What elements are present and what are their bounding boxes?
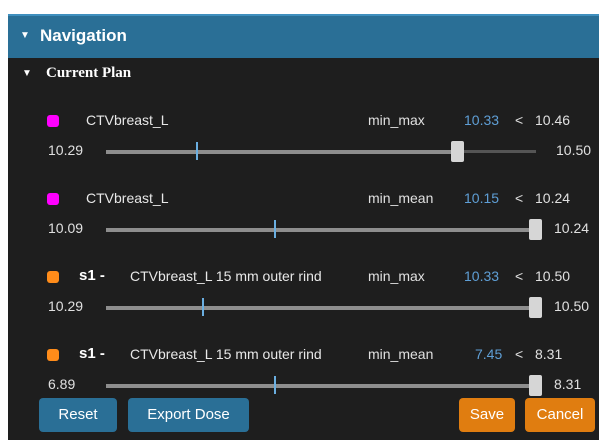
slider-handle[interactable] bbox=[529, 297, 542, 318]
constraint-item: s1 - CTVbreast_L 15 mm outer rind min_ma… bbox=[8, 260, 599, 338]
limit-value: 10.46 bbox=[535, 112, 571, 128]
slider-fill bbox=[106, 384, 536, 388]
structure-name: CTVbreast_L bbox=[86, 112, 169, 128]
structure-name: CTVbreast_L 15 mm outer rind bbox=[130, 346, 322, 362]
current-plan-title: Current Plan bbox=[46, 65, 132, 81]
slider-max-value: 10.50 bbox=[556, 142, 592, 158]
slider-min-value: 10.09 bbox=[48, 220, 84, 236]
limit-value: 10.24 bbox=[535, 190, 571, 206]
constraint-item: CTVbreast_L min_mean 10.15 < 10.24 10.09… bbox=[8, 182, 599, 260]
slider-max-value: 10.50 bbox=[554, 298, 590, 314]
comparator: < bbox=[515, 112, 524, 128]
structure-color-swatch bbox=[47, 193, 59, 205]
slider-max-value: 8.31 bbox=[554, 376, 582, 392]
current-value: 7.45 bbox=[475, 346, 503, 362]
comparator: < bbox=[515, 268, 524, 284]
constraint-item: CTVbreast_L min_max 10.33 < 10.46 10.29 … bbox=[8, 104, 599, 182]
navigation-title: Navigation bbox=[40, 26, 127, 45]
cancel-button[interactable]: Cancel bbox=[525, 398, 595, 432]
slider-min-value: 6.89 bbox=[48, 376, 76, 392]
plan-prefix: s1 - bbox=[79, 345, 105, 362]
slider-handle[interactable] bbox=[529, 219, 542, 240]
structure-name: CTVbreast_L bbox=[86, 190, 169, 206]
metric-label: min_mean bbox=[368, 346, 434, 362]
structure-name: CTVbreast_L 15 mm outer rind bbox=[130, 268, 322, 284]
slider-handle[interactable] bbox=[529, 375, 542, 396]
collapse-triangle-icon[interactable]: ▼ bbox=[22, 68, 32, 79]
slider-handle[interactable] bbox=[451, 141, 464, 162]
navigation-header[interactable]: ▼ Navigation bbox=[8, 14, 599, 58]
comparator: < bbox=[515, 346, 524, 362]
current-value: 10.33 bbox=[464, 112, 500, 128]
limit-value: 8.31 bbox=[535, 346, 563, 362]
save-button[interactable]: Save bbox=[459, 398, 515, 432]
plan-prefix: s1 - bbox=[79, 267, 105, 284]
navigation-panel: ▼ Navigation ▼ Current Plan CTVbreast_L … bbox=[8, 14, 599, 440]
structure-color-swatch bbox=[47, 271, 59, 283]
metric-label: min_max bbox=[368, 268, 425, 284]
slider-fill bbox=[106, 228, 536, 232]
slider-fill bbox=[106, 306, 536, 310]
current-plan-header[interactable]: ▼ Current Plan bbox=[8, 58, 599, 90]
slider-fill bbox=[106, 150, 459, 154]
current-value: 10.33 bbox=[464, 268, 500, 284]
collapse-triangle-icon[interactable]: ▼ bbox=[20, 30, 30, 41]
structure-color-swatch bbox=[47, 349, 59, 361]
export-dose-button[interactable]: Export Dose bbox=[128, 398, 249, 432]
slider-marker bbox=[202, 298, 204, 316]
reset-button[interactable]: Reset bbox=[39, 398, 117, 432]
comparator: < bbox=[515, 190, 524, 206]
slider-min-value: 10.29 bbox=[48, 142, 84, 158]
metric-label: min_max bbox=[368, 112, 425, 128]
metric-label: min_mean bbox=[368, 190, 434, 206]
slider-marker bbox=[274, 220, 276, 238]
slider-marker bbox=[196, 142, 198, 160]
limit-value: 10.50 bbox=[535, 268, 571, 284]
current-value: 10.15 bbox=[464, 190, 500, 206]
slider-max-value: 10.24 bbox=[554, 220, 590, 236]
slider-min-value: 10.29 bbox=[48, 298, 84, 314]
slider-marker bbox=[274, 376, 276, 394]
structure-color-swatch bbox=[47, 115, 59, 127]
